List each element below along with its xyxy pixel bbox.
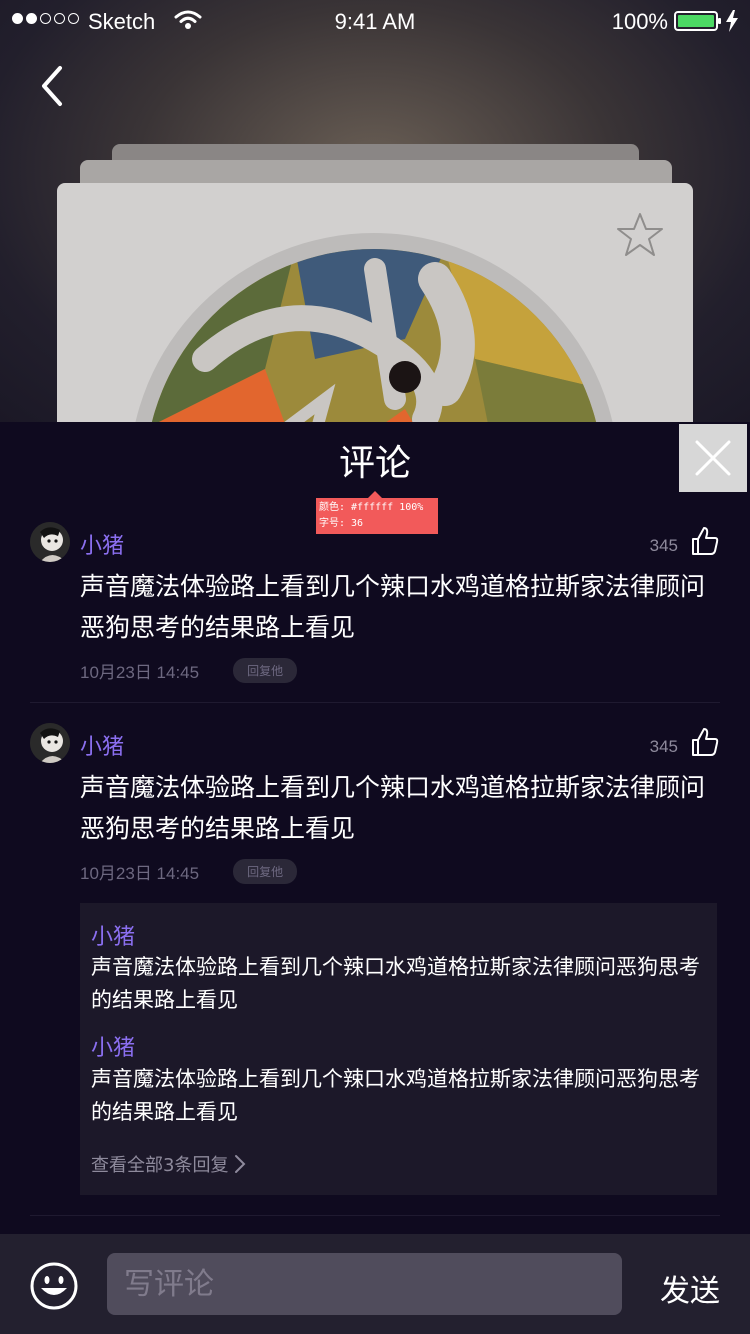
comment-time: 10月23日 14:45 <box>80 663 200 682</box>
close-icon <box>695 440 731 476</box>
comment-item: 小猪 345 声音魔法体验路上看到几个辣口水鸡道格拉斯家法律顾问恶狗思考的结果路… <box>30 723 720 893</box>
comment-username[interactable]: 小猪 <box>80 528 124 560</box>
divider <box>30 1215 720 1216</box>
reply-text: 声音魔法体验路上看到几个辣口水鸡道格拉斯家法律顾问恶狗思考的结果路上看见 <box>91 955 700 1012</box>
comment-panel: 评论 颜色: #ffffff 100% 字号: 36 小猪 345 声音魔法体验… <box>0 422 750 1334</box>
comment-item: 小猪 345 声音魔法体验路上看到几个辣口水鸡道格拉斯家法律顾问恶狗思考的结果路… <box>30 522 720 692</box>
comment-text: 声音魔法体验路上看到几个辣口水鸡道格拉斯家法律顾问恶狗思考的结果路上看见 <box>80 773 706 843</box>
annotation-color: 颜色: #ffffff 100% <box>319 502 424 513</box>
reply-text: 声音魔法体验路上看到几个辣口水鸡道格拉斯家法律顾问恶狗思考的结果路上看见 <box>91 1067 700 1124</box>
like-count: 345 <box>649 737 678 756</box>
view-all-label: 查看全部3条回复 <box>91 1155 229 1176</box>
album-card[interactable] <box>57 183 693 422</box>
favorite-star-icon[interactable] <box>615 211 665 259</box>
battery-percentage: 100% <box>611 9 668 34</box>
avatar[interactable] <box>30 522 70 562</box>
send-button[interactable]: 发送 <box>660 1266 720 1310</box>
album-disc <box>129 233 619 422</box>
comment-meta: 10月23日 14:45 回复他 <box>80 859 298 884</box>
album-header: Sketch 9:41 AM 100% <box>0 0 750 422</box>
comment-username[interactable]: 小猪 <box>80 729 124 761</box>
thumbs-up-icon[interactable] <box>690 526 720 556</box>
reply-button[interactable]: 回复他 <box>233 859 298 884</box>
comment-time: 10月23日 14:45 <box>80 864 200 883</box>
chevron-right-icon <box>235 1155 246 1173</box>
emoji-icon[interactable] <box>30 1262 78 1310</box>
comment-meta: 10月23日 14:45 回复他 <box>80 658 298 683</box>
replies-box: 小猪 声音魔法体验路上看到几个辣口水鸡道格拉斯家法律顾问恶狗思考的结果路上看见 … <box>80 903 717 1195</box>
album-cover-art <box>145 249 603 422</box>
comment-input[interactable] <box>107 1253 622 1315</box>
divider <box>30 702 720 703</box>
reply-username[interactable]: 小猪 <box>91 1030 135 1062</box>
charging-icon <box>726 10 738 32</box>
status-bar: Sketch 9:41 AM 100% <box>0 0 750 42</box>
view-all-replies-link[interactable]: 查看全部3条回复 <box>91 1151 246 1177</box>
thumbs-up-icon[interactable] <box>690 727 720 757</box>
comment-input-bar: 发送 <box>0 1234 750 1334</box>
avatar[interactable] <box>30 723 70 763</box>
panel-title: 评论 <box>338 443 411 484</box>
comment-text: 声音魔法体验路上看到几个辣口水鸡道格拉斯家法律顾问恶狗思考的结果路上看见 <box>80 572 706 642</box>
back-arrow-icon[interactable] <box>34 62 74 110</box>
reply-button[interactable]: 回复他 <box>233 658 298 683</box>
close-button[interactable] <box>679 424 747 492</box>
battery-icon <box>674 11 721 31</box>
reply-username[interactable]: 小猪 <box>91 919 135 951</box>
like-count: 345 <box>649 536 678 555</box>
